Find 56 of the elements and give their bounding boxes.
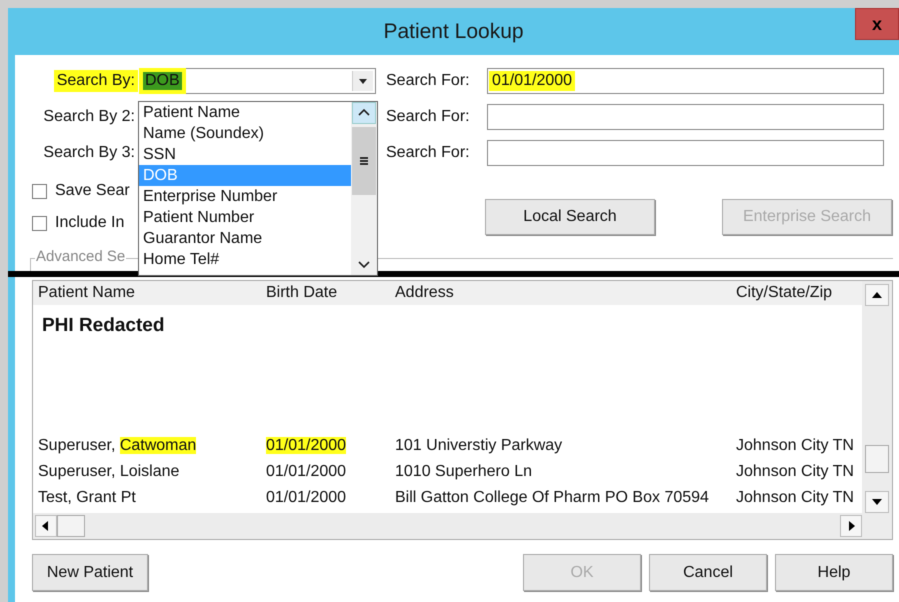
- dropdown-option[interactable]: Patient Name: [139, 102, 351, 123]
- search-for-field[interactable]: 01/01/2000: [487, 68, 884, 94]
- vertical-scrollbar[interactable]: [862, 281, 892, 513]
- address-cell-text: 1010 Superhero Ln: [394, 463, 533, 481]
- column-header[interactable]: City/State/Zip: [731, 284, 862, 302]
- address-cell-text: 101 Universtiy Parkway: [394, 437, 564, 455]
- search-for-field[interactable]: [487, 140, 884, 166]
- scroll-down-icon[interactable]: [865, 491, 889, 513]
- dropdown-option[interactable]: Home Tel#: [139, 249, 351, 270]
- dropdown-option[interactable]: SSN: [139, 144, 351, 165]
- search-for-label: Search For:: [386, 72, 471, 90]
- column-header[interactable]: Birth Date: [261, 284, 390, 302]
- dialog-button[interactable]: New Patient: [32, 554, 148, 591]
- dropdown-option[interactable]: Guarantor Name: [139, 228, 351, 249]
- local-search-button[interactable]: Local Search: [485, 199, 655, 235]
- grip-icon: [359, 156, 369, 166]
- horizontal-scrollbar[interactable]: [33, 513, 892, 539]
- birth-date-cell-text: 01/01/2000: [265, 437, 348, 455]
- checkbox-label: Include In: [55, 214, 124, 232]
- scroll-thumb[interactable]: [57, 515, 85, 537]
- checkbox[interactable]: [32, 216, 47, 230]
- scroll-up-icon[interactable]: [352, 102, 376, 124]
- search-for-label: Search For:: [386, 108, 471, 126]
- city-cell-text: Johnson City TN: [735, 463, 855, 481]
- dropdown-option[interactable]: Enterprise Number: [139, 186, 351, 207]
- dropdown-option[interactable]: Name (Soundex): [139, 123, 351, 144]
- scroll-left-icon[interactable]: [35, 515, 57, 537]
- column-header[interactable]: Address: [390, 284, 731, 302]
- dialog-button[interactable]: Cancel: [649, 554, 767, 591]
- scroll-thumb[interactable]: [865, 445, 889, 473]
- search-by-dropdown[interactable]: DOB: [139, 68, 376, 94]
- patient-name-cell-text: Test, Grant Pt: [37, 489, 137, 507]
- window-title: Patient Lookup: [383, 20, 524, 44]
- city-cell-text: Johnson City TN: [735, 437, 855, 455]
- patient-name-cell-text: Superuser, Catwoman: [37, 437, 198, 455]
- address-cell-text: Bill Gatton College Of Pharm PO Box 70594: [394, 489, 710, 507]
- search-for-label: Search For:: [386, 144, 471, 162]
- checkbox-label: Save Sear: [55, 182, 130, 200]
- scroll-thumb[interactable]: [352, 127, 376, 195]
- close-button[interactable]: x: [855, 8, 899, 40]
- checkbox[interactable]: [32, 184, 47, 198]
- dialog-button[interactable]: Help: [775, 554, 893, 591]
- birth-date-cell-text: 01/01/2000: [265, 489, 348, 507]
- search-by-label: Search By 2:: [42, 107, 136, 127]
- dropdown-option[interactable]: Patient Number: [139, 207, 351, 228]
- birth-date-cell-text: 01/01/2000: [265, 463, 348, 481]
- dropdown-scrollbar[interactable]: [351, 102, 377, 275]
- column-header[interactable]: Patient Name: [33, 284, 261, 302]
- scroll-up-icon[interactable]: [865, 284, 889, 306]
- patient-name-cell-text: Superuser, Loislane: [37, 463, 180, 481]
- scroll-right-icon[interactable]: [840, 515, 862, 537]
- search-by-label: Search By:: [54, 70, 138, 92]
- redaction-notice: PHI Redacted: [41, 314, 166, 338]
- search-by-label: Search By 3:: [42, 143, 136, 163]
- search-for-field[interactable]: [487, 104, 884, 130]
- city-cell-text: Johnson City TN: [735, 489, 855, 507]
